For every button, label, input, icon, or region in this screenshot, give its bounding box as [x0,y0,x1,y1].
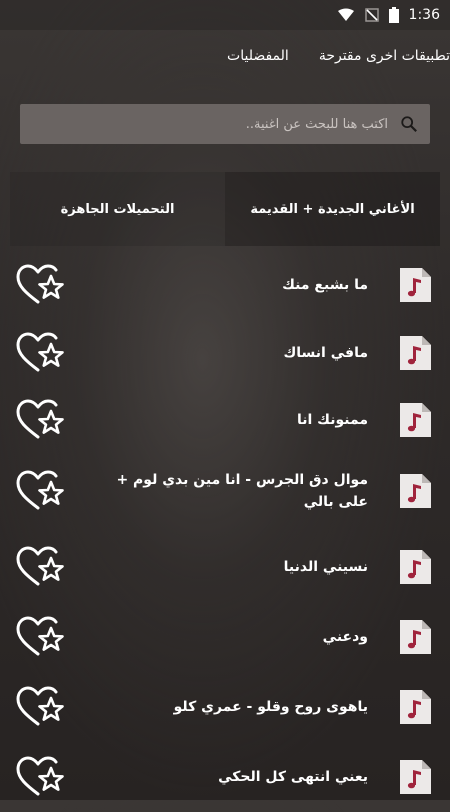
search-input[interactable] [46,115,390,133]
music-file-icon [400,620,431,654]
song-title: ودعني [322,629,368,645]
top-nav: تطبيقات اخرى مقترحة المفضليات [0,48,450,72]
favorite-heart-star-icon[interactable] [16,331,66,375]
song-title: موال دق الجرس - انا مين بدي لوم + على با… [116,472,368,510]
song-title: نسيني الدنيا [283,559,368,575]
wifi-icon [337,8,354,21]
song-row[interactable]: ممنونك انا [0,385,450,455]
song-row[interactable]: نسيني الدنيا [0,532,450,602]
music-file-icon [400,690,431,724]
tab-ready-downloads[interactable]: التحميلات الجاهزة [10,172,225,246]
song-row[interactable]: يعني انتهى كل الحكي [0,742,450,812]
favorite-heart-star-icon[interactable] [16,545,66,589]
song-title: يعني انتهى كل الحكي [218,769,368,785]
favorite-heart-star-icon[interactable] [16,685,66,729]
song-row[interactable]: ياهوى روح وقلو - عمري كلو [0,672,450,742]
search-icon [401,116,417,132]
favorite-heart-star-icon[interactable] [16,615,66,659]
song-row[interactable]: ما بشبع منك [0,250,450,320]
nav-suggested-apps[interactable]: تطبيقات اخرى مقترحة [319,48,450,72]
favorite-heart-star-icon[interactable] [16,755,66,799]
favorite-heart-star-icon[interactable] [16,398,66,442]
song-row[interactable]: موال دق الجرس - انا مين بدي لوم + على با… [0,456,450,526]
music-file-icon [400,550,431,584]
music-file-icon [400,336,431,370]
song-row[interactable]: ودعني [0,602,450,672]
music-file-icon [400,268,431,302]
song-row[interactable]: مافي انساك [0,318,450,388]
no-signal-icon [364,8,379,22]
song-title: ما بشبع منك [282,277,368,293]
search-bar[interactable] [20,104,430,144]
music-file-icon [400,474,431,508]
battery-icon [388,7,399,23]
favorite-heart-star-icon[interactable] [16,263,66,307]
tab-new-old-songs[interactable]: الأغاني الجديدة + القديمة [225,172,440,246]
status-bar: 1:36 [0,0,450,30]
song-title: ياهوى روح وقلو - عمري كلو [173,699,368,715]
music-file-icon [400,760,431,794]
song-title: ممنونك انا [296,412,368,428]
nav-favorites[interactable]: المفضليات [227,48,289,72]
tab-bar: الأغاني الجديدة + القديمة التحميلات الجا… [10,172,440,246]
status-time: 1:36 [408,7,440,23]
favorite-heart-star-icon[interactable] [16,469,66,513]
song-title: مافي انساك [283,345,368,361]
music-file-icon [400,403,431,437]
